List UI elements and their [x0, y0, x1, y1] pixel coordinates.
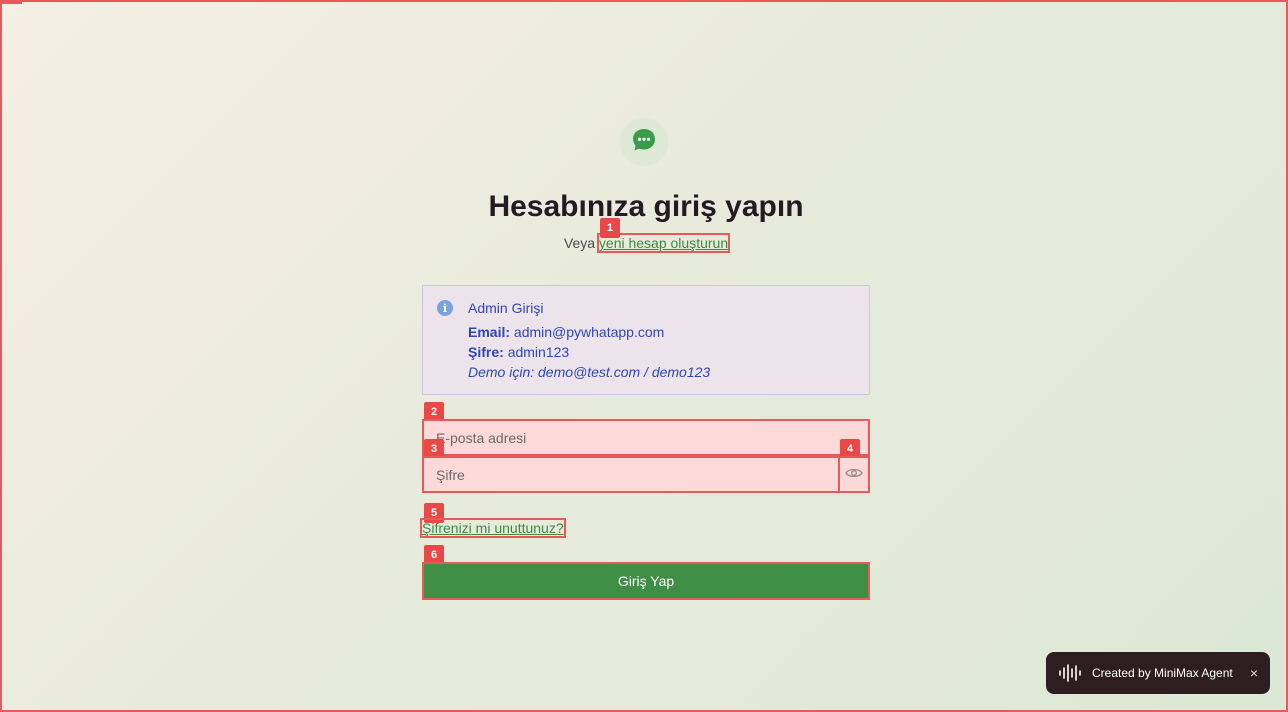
info-password-label: Şifre:	[468, 344, 504, 360]
login-button[interactable]: Giriş Yap	[422, 562, 870, 600]
page-title: Hesabınıza giriş yapın	[488, 190, 804, 223]
info-email-label: Email:	[468, 324, 511, 340]
show-password-button[interactable]	[838, 456, 870, 493]
app-logo	[620, 118, 668, 166]
info-email-value: admin@pywhatapp.com	[513, 324, 665, 340]
eye-icon	[845, 466, 863, 484]
info-heading: Admin Girişi	[468, 300, 544, 316]
info-text: Admin Girişi Email: admin@pywhatapp.com …	[468, 298, 710, 382]
info-icon: i	[437, 300, 453, 316]
admin-info-box: i Admin Girişi Email: admin@pywhatapp.co…	[422, 285, 870, 395]
email-input[interactable]: E-posta adresi	[422, 419, 870, 456]
chat-bubble-icon	[631, 127, 657, 158]
annotation-badge-1: 1	[600, 218, 620, 238]
info-email-row: Email: admin@pywhatapp.com	[468, 322, 710, 342]
forgot-password-link[interactable]: Şifrenizi mi unuttunuz?	[420, 518, 566, 538]
corner-mark	[2, 2, 22, 4]
password-input[interactable]: Şifre	[422, 456, 840, 493]
subtitle: Veya yeni hesap oluşturun	[422, 233, 870, 253]
minimax-banner-text: Created by MiniMax Agent	[1092, 666, 1233, 680]
info-password-value: admin123	[507, 344, 570, 360]
waveform-icon	[1058, 663, 1084, 683]
info-password-row: Şifre: admin123	[468, 342, 710, 362]
info-demo-text: Demo için: demo@test.com / demo123	[468, 364, 711, 380]
minimax-agent-banner[interactable]: Created by MiniMax Agent ×	[1046, 652, 1270, 694]
close-icon[interactable]: ×	[1250, 665, 1258, 681]
subtitle-prefix: Veya	[563, 235, 596, 251]
